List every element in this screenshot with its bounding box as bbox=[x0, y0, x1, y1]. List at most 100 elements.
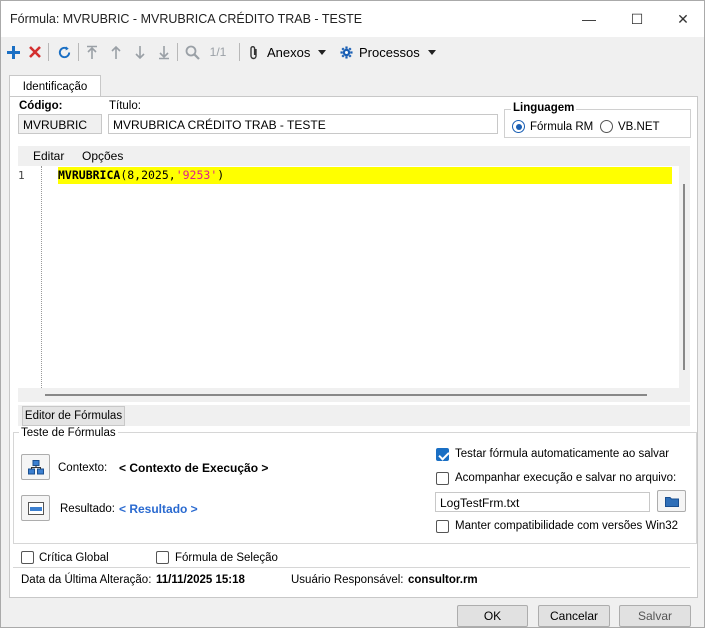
search-icon bbox=[185, 45, 200, 60]
toolbar-separator bbox=[48, 43, 49, 61]
close-window-button[interactable]: ✕ bbox=[660, 1, 705, 37]
first-record-button[interactable] bbox=[84, 42, 100, 62]
caret-down-icon bbox=[427, 49, 436, 55]
code-args: (8,2025, bbox=[120, 168, 176, 182]
cancel-label: Cancelar bbox=[549, 609, 599, 623]
delete-x-icon bbox=[29, 46, 41, 58]
compat-win32-checkbox[interactable] bbox=[436, 520, 449, 533]
tab-identificacao[interactable]: Identificação bbox=[9, 75, 101, 97]
radio-vbnet[interactable] bbox=[600, 120, 613, 133]
tab-label: Identificação bbox=[22, 80, 88, 93]
editor-vertical-scrollbar[interactable] bbox=[679, 166, 690, 388]
teste-formulas-label: Teste de Fórmulas bbox=[19, 427, 118, 439]
refresh-icon bbox=[58, 45, 70, 58]
data-alteracao-label: Data da Última Alteração: bbox=[21, 574, 152, 586]
title-bar: Fórmula: MVRUBRIC - MVRUBRICA CRÉDITO TR… bbox=[1, 1, 704, 37]
delete-button[interactable] bbox=[26, 42, 44, 62]
codigo-field[interactable]: MVRUBRIC bbox=[18, 114, 102, 134]
arrow-down-icon bbox=[135, 45, 145, 59]
code-line: MVRUBRICA(8,2025,'9253') bbox=[58, 168, 224, 182]
contexto-button[interactable] bbox=[21, 454, 50, 480]
processos-dropdown[interactable]: Processos bbox=[340, 42, 440, 62]
code-editor: Editar Opções 1 MVRUBRICA(8,2025,'9253') bbox=[18, 146, 690, 402]
vbnet-label: VB.NET bbox=[618, 121, 660, 133]
formula-rm-label: Fórmula RM bbox=[530, 121, 594, 133]
critica-global-checkbox[interactable] bbox=[21, 551, 34, 564]
arquivo-value: LogTestFrm.txt bbox=[440, 496, 520, 510]
testar-auto-checkbox[interactable] bbox=[436, 448, 449, 461]
resultado-label: Resultado: bbox=[60, 503, 115, 515]
window-title: Fórmula: MVRUBRIC - MVRUBRICA CRÉDITO TR… bbox=[10, 12, 363, 26]
editor-menu: Editar Opções bbox=[18, 146, 690, 166]
code-function: MVRUBRICA bbox=[58, 168, 121, 182]
minimize-icon: — bbox=[582, 11, 596, 27]
first-record-icon bbox=[87, 45, 97, 59]
toolbar-separator bbox=[78, 43, 79, 61]
arrow-up-icon bbox=[111, 45, 121, 59]
vertical-scroll-thumb[interactable] bbox=[683, 184, 685, 370]
minimize-button[interactable]: — bbox=[566, 1, 612, 37]
code-close: ) bbox=[217, 168, 225, 182]
formula-window: Fórmula: MVRUBRIC - MVRUBRICA CRÉDITO TR… bbox=[0, 0, 705, 628]
tab-editor-formulas[interactable]: Editor de Fórmulas bbox=[22, 406, 125, 426]
editor-horizontal-scrollbar[interactable] bbox=[18, 388, 690, 402]
critica-global-label: Crítica Global bbox=[39, 552, 109, 564]
cancel-button[interactable]: Cancelar bbox=[538, 605, 610, 627]
titulo-value: MVRUBRICA CRÉDITO TRAB - TESTE bbox=[113, 118, 326, 132]
contexto-label: Contexto: bbox=[58, 462, 108, 474]
editor-tab-label: Editor de Fórmulas bbox=[24, 410, 123, 422]
arquivo-field[interactable]: LogTestFrm.txt bbox=[435, 492, 650, 512]
browse-folder-button[interactable] bbox=[657, 490, 686, 512]
close-icon: ✕ bbox=[677, 10, 689, 27]
anexos-dropdown[interactable]: Anexos bbox=[248, 42, 332, 62]
resultado-button[interactable] bbox=[21, 495, 50, 521]
menu-opcoes[interactable]: Opções bbox=[82, 149, 123, 163]
contexto-value[interactable]: < Contexto de Execução > bbox=[119, 461, 268, 475]
formula-selecao-checkbox[interactable] bbox=[156, 551, 169, 564]
plus-icon bbox=[6, 45, 20, 59]
hierarchy-icon bbox=[27, 459, 44, 474]
caret-down-icon bbox=[318, 49, 327, 55]
menu-editar[interactable]: Editar bbox=[33, 149, 64, 163]
compat-win32-label: Manter compatibilidade com versões Win32 bbox=[455, 520, 679, 532]
testar-auto-label: Testar fórmula automaticamente ao salvar bbox=[455, 448, 670, 460]
codigo-label: Código: bbox=[19, 100, 63, 112]
anexos-label: Anexos bbox=[267, 44, 311, 60]
last-record-button[interactable] bbox=[156, 42, 172, 62]
data-alteracao-value: 11/11/2025 15:18 bbox=[156, 574, 245, 586]
toolbar-separator bbox=[239, 43, 240, 61]
last-record-icon bbox=[159, 45, 169, 59]
horizontal-scroll-thumb[interactable] bbox=[45, 394, 647, 396]
page-counter: 1/1 bbox=[209, 45, 227, 59]
code-area[interactable]: MVRUBRICA(8,2025,'9253') bbox=[43, 166, 679, 388]
acompanhar-label: Acompanhar execução e salvar no arquivo: bbox=[455, 472, 677, 484]
refresh-button[interactable] bbox=[54, 42, 74, 62]
paperclip-icon bbox=[250, 45, 257, 59]
titulo-label: Título: bbox=[109, 100, 141, 112]
line-number: 1 bbox=[18, 169, 25, 182]
titulo-field[interactable]: MVRUBRICA CRÉDITO TRAB - TESTE bbox=[108, 114, 498, 134]
formula-selecao-label: Fórmula de Seleção bbox=[175, 552, 278, 564]
search-button[interactable] bbox=[183, 42, 201, 62]
save-label: Salvar bbox=[637, 609, 672, 623]
toolbar-separator bbox=[177, 43, 178, 61]
line-gutter: 1 bbox=[18, 166, 42, 388]
radio-formula-rm[interactable] bbox=[512, 120, 525, 133]
linguagem-label: Linguagem bbox=[511, 102, 577, 114]
ok-button[interactable]: OK bbox=[457, 605, 528, 627]
maximize-button[interactable]: ☐ bbox=[614, 1, 660, 37]
maximize-icon: ☐ bbox=[630, 10, 644, 27]
code-string: '9253' bbox=[175, 168, 218, 182]
next-record-button[interactable] bbox=[132, 42, 148, 62]
folder-icon bbox=[664, 496, 679, 507]
result-panel-icon bbox=[27, 501, 44, 515]
toolbar: 1/1 Anexos Processos bbox=[1, 37, 704, 67]
acompanhar-checkbox[interactable] bbox=[436, 472, 449, 485]
resultado-value[interactable]: < Resultado > bbox=[119, 502, 198, 516]
usuario-label: Usuário Responsável: bbox=[291, 574, 404, 586]
add-button[interactable] bbox=[4, 42, 22, 62]
footer-divider bbox=[13, 567, 690, 568]
save-button[interactable]: Salvar bbox=[619, 605, 691, 627]
codigo-value: MVRUBRIC bbox=[23, 118, 88, 132]
previous-record-button[interactable] bbox=[108, 42, 124, 62]
